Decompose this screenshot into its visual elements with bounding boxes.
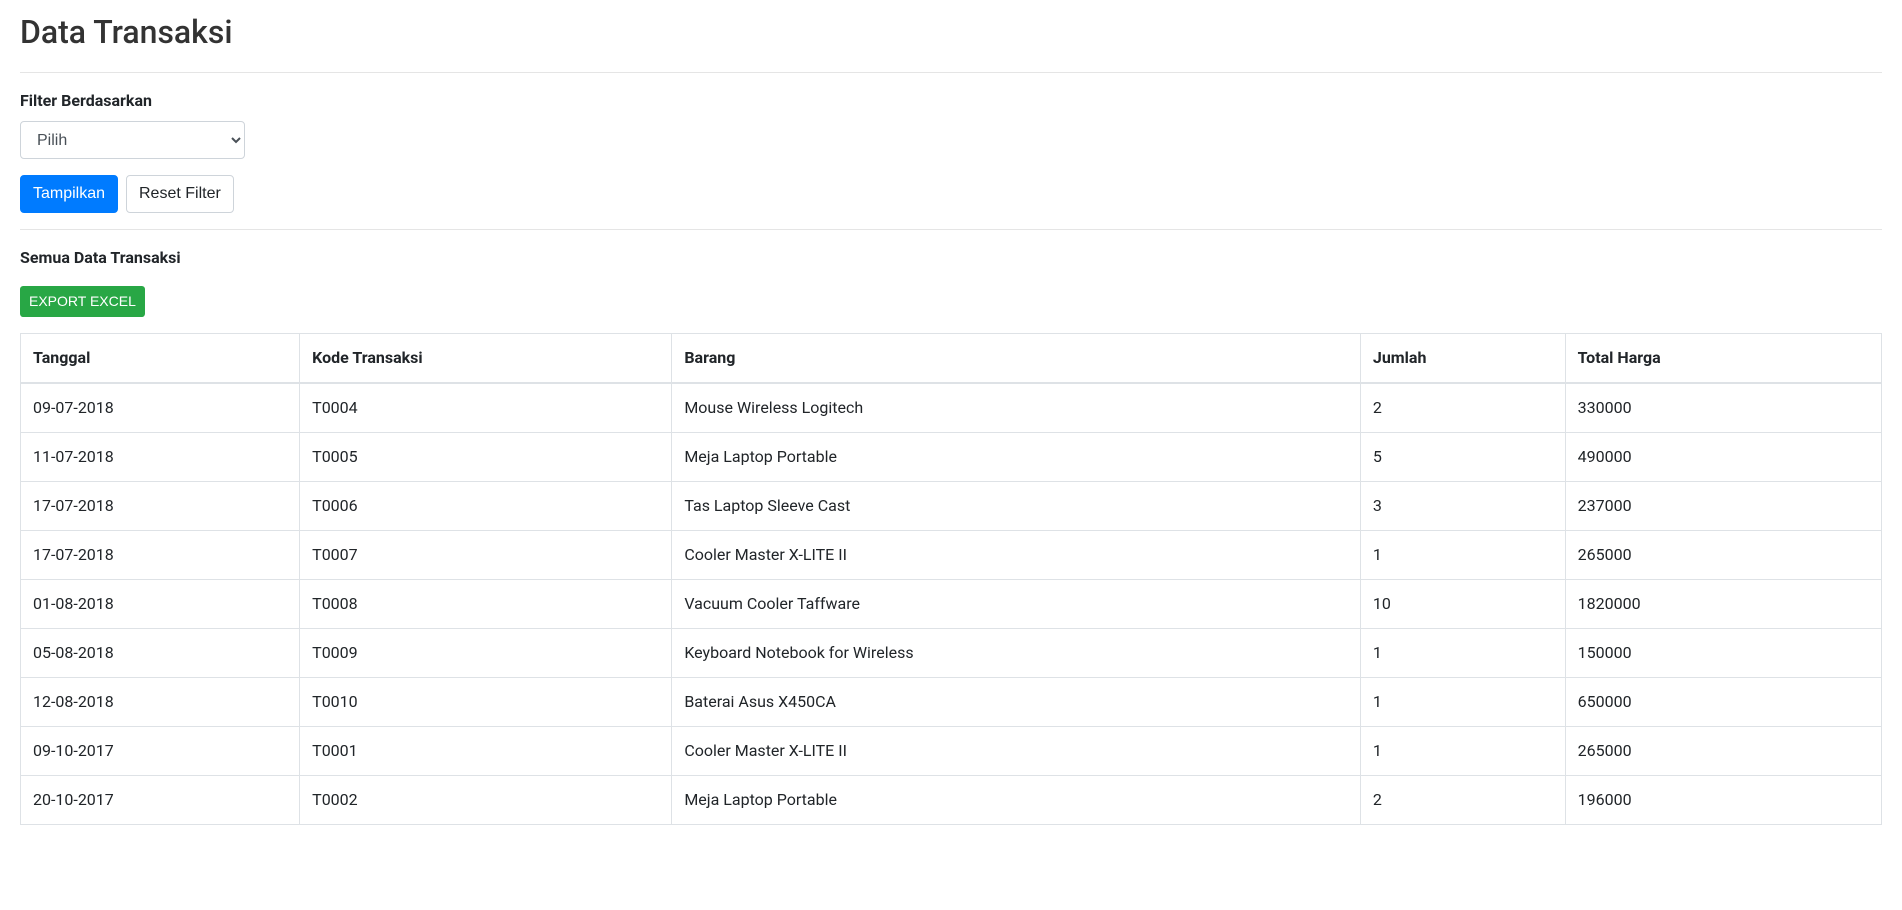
table-row: 01-08-2018T0008Vacuum Cooler Taffware101… — [21, 580, 1882, 629]
cell-total: 1820000 — [1565, 580, 1881, 629]
cell-total: 237000 — [1565, 482, 1881, 531]
col-total: Total Harga — [1565, 334, 1881, 384]
cell-total: 265000 — [1565, 531, 1881, 580]
cell-barang: Meja Laptop Portable — [672, 776, 1361, 825]
cell-total: 196000 — [1565, 776, 1881, 825]
filter-label: Filter Berdasarkan — [20, 89, 152, 113]
table-row: 09-10-2017T0001Cooler Master X-LITE II12… — [21, 727, 1882, 776]
table-row: 17-07-2018T0006Tas Laptop Sleeve Cast323… — [21, 482, 1882, 531]
transaction-table: Tanggal Kode Transaksi Barang Jumlah Tot… — [20, 333, 1882, 825]
cell-jumlah: 2 — [1360, 383, 1565, 433]
table-row: 05-08-2018T0009Keyboard Notebook for Wir… — [21, 629, 1882, 678]
cell-total: 330000 — [1565, 383, 1881, 433]
cell-barang: Vacuum Cooler Taffware — [672, 580, 1361, 629]
cell-total: 490000 — [1565, 433, 1881, 482]
cell-total: 150000 — [1565, 629, 1881, 678]
cell-kode: T0009 — [300, 629, 672, 678]
table-row: 11-07-2018T0005Meja Laptop Portable54900… — [21, 433, 1882, 482]
cell-jumlah: 1 — [1360, 629, 1565, 678]
table-row: 09-07-2018T0004Mouse Wireless Logitech23… — [21, 383, 1882, 433]
filter-select[interactable]: Pilih — [20, 121, 245, 159]
cell-kode: T0005 — [300, 433, 672, 482]
cell-kode: T0006 — [300, 482, 672, 531]
reset-filter-button[interactable]: Reset Filter — [126, 175, 234, 213]
cell-kode: T0004 — [300, 383, 672, 433]
show-button[interactable]: Tampilkan — [20, 175, 118, 213]
cell-tanggal: 20-10-2017 — [21, 776, 300, 825]
cell-barang: Cooler Master X-LITE II — [672, 531, 1361, 580]
cell-barang: Keyboard Notebook for Wireless — [672, 629, 1361, 678]
cell-tanggal: 17-07-2018 — [21, 482, 300, 531]
cell-kode: T0001 — [300, 727, 672, 776]
cell-jumlah: 3 — [1360, 482, 1565, 531]
col-barang: Barang — [672, 334, 1361, 384]
col-tanggal: Tanggal — [21, 334, 300, 384]
cell-kode: T0002 — [300, 776, 672, 825]
cell-tanggal: 09-07-2018 — [21, 383, 300, 433]
cell-jumlah: 1 — [1360, 531, 1565, 580]
col-kode: Kode Transaksi — [300, 334, 672, 384]
section-heading: Semua Data Transaksi — [20, 246, 1882, 270]
col-jumlah: Jumlah — [1360, 334, 1565, 384]
cell-tanggal: 01-08-2018 — [21, 580, 300, 629]
cell-jumlah: 2 — [1360, 776, 1565, 825]
cell-jumlah: 5 — [1360, 433, 1565, 482]
table-row: 17-07-2018T0007Cooler Master X-LITE II12… — [21, 531, 1882, 580]
cell-barang: Mouse Wireless Logitech — [672, 383, 1361, 433]
cell-barang: Baterai Asus X450CA — [672, 678, 1361, 727]
table-row: 12-08-2018T0010Baterai Asus X450CA165000… — [21, 678, 1882, 727]
cell-jumlah: 10 — [1360, 580, 1565, 629]
cell-barang: Cooler Master X-LITE II — [672, 727, 1361, 776]
cell-total: 265000 — [1565, 727, 1881, 776]
cell-jumlah: 1 — [1360, 678, 1565, 727]
divider-mid — [20, 229, 1882, 230]
cell-tanggal: 09-10-2017 — [21, 727, 300, 776]
cell-barang: Tas Laptop Sleeve Cast — [672, 482, 1361, 531]
cell-jumlah: 1 — [1360, 727, 1565, 776]
page-title: Data Transaksi — [20, 8, 1882, 56]
cell-total: 650000 — [1565, 678, 1881, 727]
cell-tanggal: 12-08-2018 — [21, 678, 300, 727]
table-row: 20-10-2017T0002Meja Laptop Portable21960… — [21, 776, 1882, 825]
divider-top — [20, 72, 1882, 73]
cell-tanggal: 11-07-2018 — [21, 433, 300, 482]
cell-kode: T0007 — [300, 531, 672, 580]
cell-tanggal: 17-07-2018 — [21, 531, 300, 580]
cell-tanggal: 05-08-2018 — [21, 629, 300, 678]
cell-kode: T0010 — [300, 678, 672, 727]
cell-barang: Meja Laptop Portable — [672, 433, 1361, 482]
export-excel-button[interactable]: EXPORT EXCEL — [20, 286, 145, 317]
cell-kode: T0008 — [300, 580, 672, 629]
